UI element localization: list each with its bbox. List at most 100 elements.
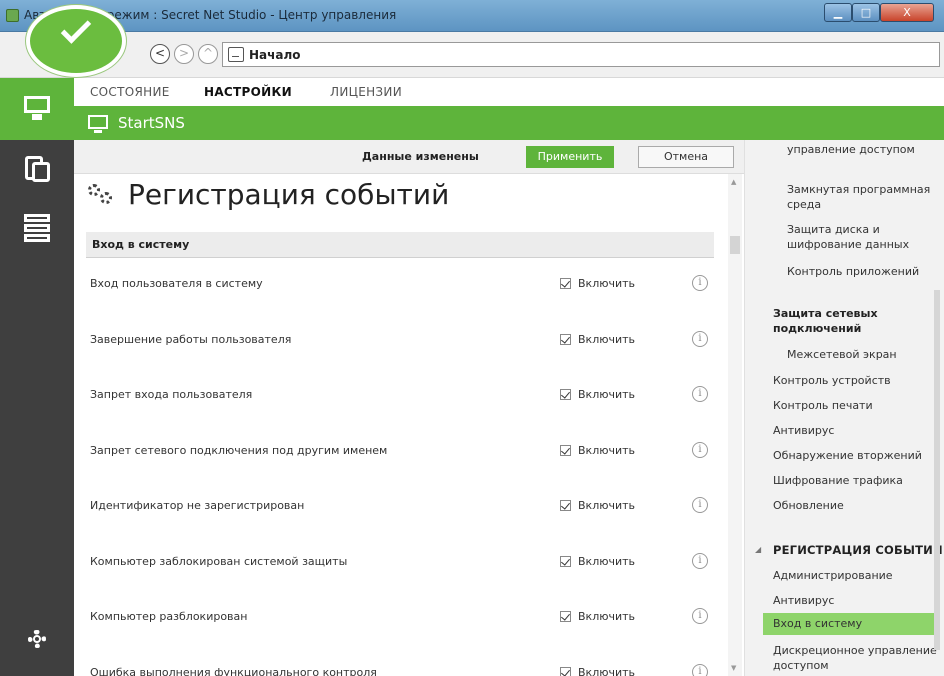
tree-item-selected[interactable]: Вход в систему (763, 613, 935, 635)
rack-icon[interactable] (22, 214, 52, 242)
info-icon[interactable]: i (692, 441, 708, 458)
event-label: Компьютер заблокирован системой защиты (90, 554, 348, 568)
apply-button[interactable]: Применить (526, 146, 614, 168)
events-icon (88, 184, 116, 210)
list-item: Вход пользователя в систему Включить i (86, 258, 714, 314)
tree-item[interactable]: Антивирус (773, 423, 941, 438)
window-titlebar: Автономный режим : Secret Net Studio - Ц… (0, 0, 944, 32)
tree-scrollbar[interactable] (930, 140, 944, 676)
tree-item[interactable]: Контроль приложений (787, 264, 937, 279)
event-label: Вход пользователя в систему (90, 277, 263, 290)
tree-item[interactable]: Администрирование (773, 568, 941, 583)
list-item: Компьютер разблокирован Включить i (86, 591, 714, 647)
computer-name: StartSNS (118, 114, 185, 132)
collapse-arrow-icon[interactable]: ◢ (755, 545, 761, 554)
info-icon[interactable]: i (692, 330, 708, 347)
enable-checkbox[interactable] (560, 444, 571, 456)
tree-item[interactable]: Межсетевой экран (787, 347, 937, 362)
enable-label[interactable]: Включить (578, 610, 635, 623)
scroll-thumb[interactable] (730, 236, 740, 254)
left-rail (0, 78, 74, 676)
close-button[interactable]: X (880, 3, 934, 22)
list-item: Завершение работы пользователя Включить … (86, 314, 714, 370)
tree-scroll-thumb[interactable] (934, 290, 940, 650)
tree-item[interactable]: Контроль устройств (773, 373, 941, 388)
list-item: Ошибка выполнения функционального контро… (86, 647, 714, 676)
enable-checkbox[interactable] (560, 500, 571, 511)
scroll-down-icon[interactable]: ▼ (731, 664, 736, 672)
section-header: Вход в систему (86, 232, 714, 258)
list-item: Запрет сетевого подключения под другим и… (86, 425, 714, 481)
back-button[interactable]: < (150, 44, 170, 64)
enable-checkbox[interactable] (560, 278, 571, 289)
enable-checkbox[interactable] (560, 389, 571, 400)
address-bar[interactable]: Начало (222, 42, 940, 67)
main-scrollbar[interactable]: ▲ ▼ (728, 174, 742, 676)
enable-checkbox[interactable] (560, 333, 571, 345)
section-title: Вход в систему (92, 238, 190, 251)
apply-check-button[interactable] (26, 5, 126, 77)
list-item: Идентификатор не зарегистрирован Включит… (86, 480, 714, 536)
monitor-icon (88, 115, 108, 133)
tree-item[interactable]: управление доступом (787, 142, 937, 157)
navigation-bar: < > ^ Начало (0, 32, 944, 78)
tree-category[interactable]: РЕГИСТРАЦИЯ СОБЫТИЙ (773, 543, 943, 558)
event-label: Идентификатор не зарегистрирован (90, 499, 305, 512)
info-icon[interactable]: i (692, 497, 708, 513)
scroll-up-icon[interactable]: ▲ (731, 178, 736, 186)
tree-item[interactable]: Замкнутая программная среда (787, 182, 937, 212)
enable-label[interactable]: Включить (578, 499, 635, 512)
home-icon (228, 47, 244, 62)
tree-item[interactable]: Антивирус (773, 593, 941, 608)
info-icon[interactable]: i (692, 663, 708, 676)
enable-label[interactable]: Включить (578, 666, 635, 676)
tab-licenses[interactable]: ЛИЦЕНЗИИ (330, 85, 402, 99)
list-item: Компьютер заблокирован системой защиты В… (86, 536, 714, 592)
tree-item[interactable]: Обновление (773, 498, 941, 513)
maximize-button[interactable]: □ (852, 3, 880, 22)
event-label: Ошибка выполнения функционального контро… (90, 665, 377, 676)
info-icon[interactable]: i (692, 608, 708, 624)
enable-checkbox[interactable] (560, 666, 571, 676)
tree-item[interactable]: Шифрование трафика (773, 473, 941, 488)
info-icon[interactable]: i (692, 386, 708, 402)
monitor-icon[interactable] (22, 94, 52, 122)
checkmark-icon (60, 13, 92, 44)
enable-label[interactable]: Включить (578, 277, 635, 290)
devices-icon[interactable] (22, 156, 52, 184)
enable-checkbox[interactable] (560, 611, 571, 622)
settings-panel: Данные изменены Применить Отмена Регистр… (74, 140, 744, 676)
list-item: Запрет входа пользователя Включить i (86, 369, 714, 425)
gear-icon[interactable] (24, 626, 50, 652)
breadcrumb[interactable]: Начало (249, 48, 301, 62)
tab-state[interactable]: СОСТОЯНИЕ (90, 85, 170, 99)
enable-checkbox[interactable] (560, 555, 571, 567)
tree-item[interactable]: Защита сетевых подключений (773, 306, 941, 336)
up-button[interactable]: ^ (198, 44, 218, 64)
tree-item[interactable]: Защита диска и шифрование данных (787, 222, 937, 252)
event-label: Запрет сетевого подключения под другим и… (90, 443, 388, 457)
info-icon[interactable]: i (692, 275, 708, 291)
computer-header: StartSNS (74, 106, 944, 140)
tree-item[interactable]: Обнаружение вторжений (773, 448, 941, 463)
event-label: Запрет входа пользователя (90, 388, 253, 401)
cancel-button[interactable]: Отмена (638, 146, 734, 168)
tab-settings[interactable]: НАСТРОЙКИ (204, 85, 292, 99)
tree-item[interactable]: Контроль печати (773, 398, 941, 413)
enable-label[interactable]: Включить (578, 555, 635, 568)
event-label: Завершение работы пользователя (90, 332, 292, 346)
event-label: Компьютер разблокирован (90, 610, 248, 623)
tree-item[interactable]: Дискреционное управление доступом (773, 643, 941, 673)
enable-label[interactable]: Включить (578, 388, 635, 401)
minimize-button[interactable]: ▁ (824, 3, 852, 22)
enable-label[interactable]: Включить (578, 444, 635, 457)
enable-label[interactable]: Включить (578, 333, 635, 346)
status-text: Данные изменены (362, 150, 479, 163)
settings-tree: управление доступом Замкнутая программна… (744, 140, 944, 676)
info-icon[interactable]: i (692, 552, 708, 569)
app-icon (6, 9, 19, 22)
page-title-text: Регистрация событий (128, 178, 450, 211)
tab-bar: СОСТОЯНИЕ НАСТРОЙКИ ЛИЦЕНЗИИ (74, 78, 944, 106)
event-list: Вход пользователя в систему Включить i З… (86, 258, 714, 676)
forward-button[interactable]: > (174, 44, 194, 64)
